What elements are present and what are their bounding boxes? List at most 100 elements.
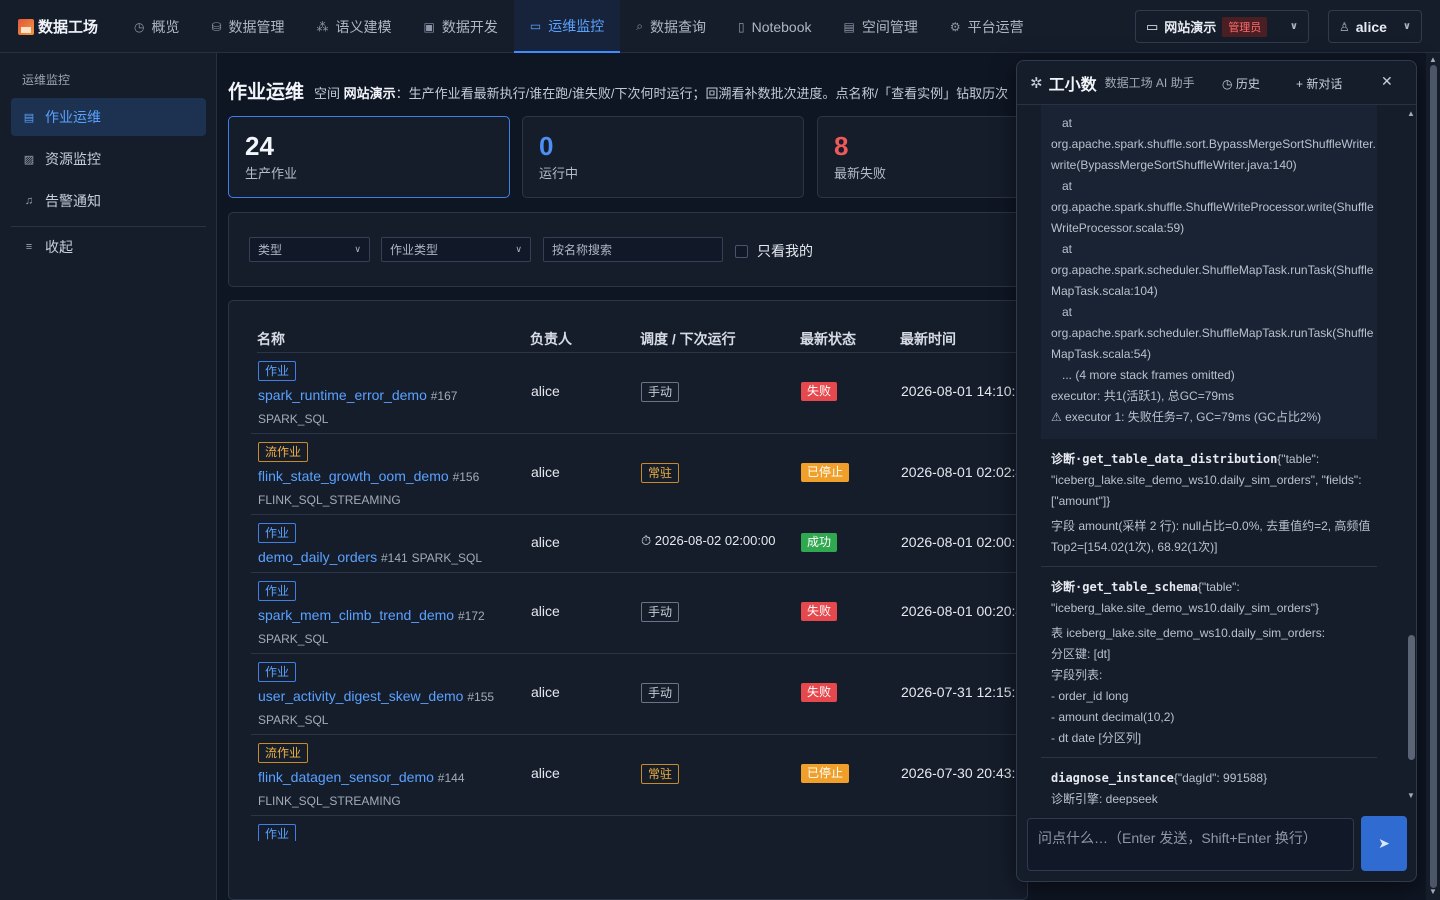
scroll-down-icon[interactable]: ▼	[1407, 791, 1415, 800]
sidebar-item-label: 资源监控	[45, 151, 101, 167]
diag-result: 表 iceberg_lake.site_demo_ws10.daily_sim_…	[1051, 623, 1377, 749]
latest-time: 2026-08-01 02:00:0	[901, 534, 1024, 550]
stat-label: 运行中	[539, 166, 579, 181]
stat-value: 8	[834, 131, 849, 161]
nav-item-data-development[interactable]: ▣ 数据开发	[408, 0, 514, 53]
type-select[interactable]: 类型 ∨	[249, 237, 370, 262]
trace-line: org.apache.spark.shuffle.sort.BypassMerg…	[1051, 137, 1376, 172]
notebook-icon: ▯	[737, 19, 745, 34]
table-row[interactable]: 作业 user_activity_digest_skew_demo #155 SP…	[251, 654, 1027, 735]
schema-line: - order_id long	[1051, 689, 1129, 703]
app-name: 数据工场	[38, 19, 99, 36]
history-button[interactable]: ◷ 历史	[1222, 75, 1260, 92]
nav-item-label: 数据查询	[649, 18, 706, 35]
nav-item-overview[interactable]: ◷ 概览	[118, 0, 195, 53]
stat-value: 24	[245, 131, 274, 161]
job-kind-tag: 作业	[258, 523, 297, 543]
table-row[interactable]: 流作业 flink_datagen_sensor_demo #144 FLINK_…	[251, 735, 1027, 816]
nav-item-ops-monitoring[interactable]: ▭ 运维监控	[513, 0, 621, 53]
job-name-link[interactable]: demo_daily_orders	[258, 549, 377, 565]
job-name-link[interactable]: flink_state_growth_oom_demo	[258, 468, 449, 484]
trace-line: org.apache.spark.scheduler.ShuffleMapTas…	[1051, 263, 1374, 298]
job-name-link[interactable]: spark_mem_climb_trend_demo	[258, 607, 454, 623]
job-name-link[interactable]: flink_datagen_sensor_demo	[258, 769, 434, 785]
table-row[interactable]: 作业 demo_daily_orders #141 SPARK_SQL alice ⏱…	[251, 515, 1027, 573]
page-title: 作业运维	[228, 82, 305, 103]
chevron-down-icon: ∨	[1402, 21, 1411, 32]
app-logo[interactable]: 数据工场	[18, 16, 98, 37]
desc-prefix: 空间	[314, 86, 341, 101]
page-header: 作业运维 空间 网站演示：生产作业看最新执行/谁在跑/谁失败/下次何时运行；回溯…	[228, 77, 1018, 104]
jobtype-select[interactable]: 作业类型 ∨	[381, 237, 531, 262]
name-search-input[interactable]: 按名称搜索	[543, 237, 723, 262]
sidebar-item-resource-monitor[interactable]: ▨ 资源监控	[11, 140, 206, 178]
factory-icon	[18, 18, 34, 35]
checkbox-box[interactable]	[735, 244, 748, 258]
schedule-cell: 常驻	[641, 764, 680, 784]
sidebar-item-label: 收起	[45, 239, 73, 255]
job-name-cell: 作业 spark_runtime_error_demo #167 SPARK_SQ…	[258, 361, 516, 430]
table-row[interactable]: 作业	[251, 816, 1027, 841]
nav-item-label: 平台运营	[967, 18, 1024, 35]
diag-table-schema: 诊断·get_table_schema{"table": "iceberg_la…	[1041, 577, 1377, 749]
schema-line: 分区键: [dt]	[1051, 647, 1111, 661]
job-name-link[interactable]: spark_runtime_error_demo	[258, 387, 427, 403]
page-scrollbar[interactable]: ▲ ▼	[1426, 53, 1440, 900]
trace-line: at	[1062, 242, 1073, 256]
latest-time: 2026-08-01 00:20:4	[901, 603, 1024, 619]
stat-card-prod-jobs[interactable]: 24 生产作业	[228, 116, 510, 198]
diag-args: {"dagId": 991588}	[1173, 771, 1268, 785]
job-kind-tag: 作业	[258, 361, 297, 381]
stat-card-running[interactable]: 0 运行中	[522, 116, 804, 198]
menu-icon: ≡	[25, 241, 33, 253]
nav-item-space-management[interactable]: ▤ 空间管理	[828, 0, 934, 53]
job-name-link[interactable]: user_activity_digest_skew_demo	[258, 688, 463, 704]
nav-item-notebook[interactable]: ▯ Notebook	[722, 0, 828, 53]
stacktrace-message: at org.apache.spark.shuffle.sort.BypassMe…	[1041, 105, 1377, 439]
user-menu[interactable]: ♙ alice ∨	[1328, 10, 1422, 43]
diag-result: 字段 amount(采样 2 行): null占比=0.0%, 去重值约=2, …	[1051, 519, 1371, 554]
status-badge: 成功	[801, 533, 838, 552]
scroll-up-icon[interactable]: ▲	[1407, 109, 1415, 118]
scroll-up-icon[interactable]: ▲	[1429, 55, 1437, 64]
sidebar-item-job-ops[interactable]: ▤ 作业运维	[11, 98, 206, 136]
diag-fn: 诊断·get_table_schema	[1051, 580, 1198, 594]
status-cell: 失败	[801, 602, 838, 621]
job-name-cell: 作业 demo_daily_orders #141 SPARK_SQL	[258, 523, 516, 569]
chat-scrollbar[interactable]: ▲ ▼	[1404, 105, 1416, 805]
schedule-cell: 手动	[641, 602, 680, 622]
desc-space: 网站演示	[343, 86, 396, 101]
space-selector[interactable]: ▭ 网站演示 管理员 ∨	[1135, 10, 1309, 43]
table-row[interactable]: 作业 spark_mem_climb_trend_demo #172 SPARK_…	[251, 573, 1027, 654]
sidebar-collapse-button[interactable]: ≡ 收起	[11, 228, 206, 266]
scroll-thumb[interactable]	[1430, 65, 1437, 888]
table-row[interactable]: 作业 spark_runtime_error_demo #167 SPARK_SQ…	[251, 353, 1027, 434]
page-description: 空间 网站演示：生产作业看最新执行/谁在跑/谁失败/下次何时运行；回溯看补数批次…	[314, 83, 1008, 102]
nav-item-data-management[interactable]: ⛁ 数据管理	[195, 0, 300, 53]
list-icon: ▤	[23, 111, 35, 124]
close-icon[interactable]: ✕	[1381, 73, 1393, 90]
send-button[interactable]: ➤	[1361, 816, 1407, 871]
user-icon: ♙	[1339, 19, 1350, 34]
data-query-icon: ⌕	[636, 19, 643, 33]
stat-card-failed[interactable]: 8 最新失败	[817, 116, 1037, 198]
new-chat-button[interactable]: + 新对话	[1296, 75, 1342, 92]
nav-item-label: 数据开发	[441, 18, 498, 35]
job-id: #167	[430, 389, 458, 403]
scroll-down-icon[interactable]: ▼	[1429, 887, 1437, 896]
assistant-header: ✲ 工小数 数据工场 AI 助手 ◷ 历史 + 新对话 ✕	[1017, 61, 1416, 105]
only-mine-checkbox[interactable]: 只看我的	[735, 241, 813, 261]
scroll-thumb[interactable]	[1408, 635, 1415, 760]
status-cell: 失败	[801, 382, 838, 401]
nav-item-platform-ops[interactable]: ⚙ 平台运营	[934, 0, 1040, 53]
sidebar-item-alerts[interactable]: ♫ 告警通知	[11, 182, 206, 220]
divider	[11, 226, 206, 227]
chat-input[interactable]: 问点什么…（Enter 发送，Shift+Enter 换行）	[1027, 818, 1354, 871]
job-kind-tag: 作业	[258, 662, 297, 682]
job-type: SPARK_SQL	[258, 412, 329, 426]
nav-item-semantic-modeling[interactable]: ⁂ 语义建模	[301, 0, 408, 53]
nav-item-label: 数据管理	[228, 18, 285, 35]
nav-item-data-query[interactable]: ⌕ 数据查询	[620, 0, 722, 53]
table-row[interactable]: 流作业 flink_state_growth_oom_demo #156 FLIN…	[251, 434, 1027, 515]
job-kind-tag: 作业	[258, 581, 297, 601]
